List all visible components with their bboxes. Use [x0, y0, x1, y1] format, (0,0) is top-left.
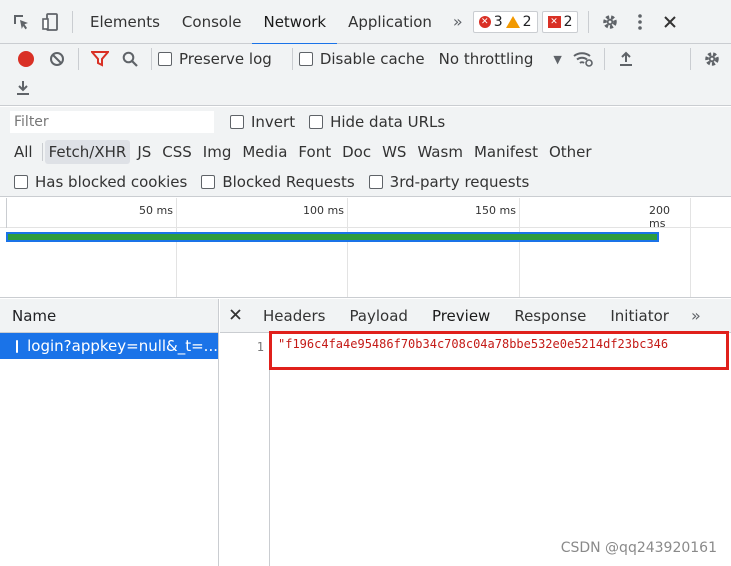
issues-count: 2 — [563, 13, 573, 30]
request-list: Name login?appkey=null&_t=... — [0, 299, 219, 566]
filter-funnel-icon[interactable] — [85, 44, 115, 74]
checkbox-box[interactable] — [230, 115, 244, 129]
hide-data-urls-checkbox[interactable]: Hide data URLs — [309, 113, 445, 131]
divider — [291, 48, 293, 70]
network-overview-timeline[interactable]: 50 ms 100 ms 150 ms 200 ms — [0, 198, 731, 298]
type-doc[interactable]: Doc — [338, 140, 375, 164]
device-toolbar-icon[interactable] — [36, 7, 66, 37]
request-row[interactable]: login?appkey=null&_t=... — [0, 333, 218, 359]
type-ws[interactable]: WS — [378, 140, 410, 164]
type-other[interactable]: Other — [545, 140, 596, 164]
tab-payload[interactable]: Payload — [337, 299, 420, 333]
network-conditions-wifi-icon[interactable] — [568, 44, 598, 74]
tab-console[interactable]: Console — [171, 0, 253, 44]
checkbox-box[interactable] — [201, 174, 216, 189]
warning-count: 2 — [522, 13, 532, 30]
issues-badge[interactable]: ✕ 2 — [541, 10, 579, 33]
network-toolbar: Preserve log Disable cache No throttling… — [0, 44, 731, 74]
request-name: login?appkey=null&_t=... — [27, 337, 218, 355]
type-js[interactable]: JS — [133, 140, 155, 164]
divider — [603, 48, 605, 70]
type-manifest[interactable]: Manifest — [470, 140, 542, 164]
gridline — [690, 198, 691, 297]
type-fetch-xhr[interactable]: Fetch/XHR — [44, 140, 131, 164]
type-wasm[interactable]: Wasm — [413, 140, 467, 164]
tick-label: 50 ms — [139, 204, 173, 217]
error-count: 3 — [493, 13, 503, 30]
divider — [78, 48, 79, 70]
inspect-element-icon[interactable] — [6, 7, 36, 37]
blocked-requests-checkbox[interactable]: Blocked Requests — [201, 173, 355, 191]
request-details: Headers Payload Preview Response Initiat… — [220, 299, 731, 566]
throttling-select[interactable]: No throttling ▼ — [439, 50, 562, 68]
resource-type-filter: All Fetch/XHR JS CSS Img Media Font Doc … — [0, 137, 731, 167]
filter-bar: Invert Hide data URLs — [0, 107, 731, 137]
blocked-filter-bar: Has blocked cookies Blocked Requests 3rd… — [0, 167, 731, 197]
divider — [690, 48, 691, 70]
issues-icon: ✕ — [547, 15, 561, 28]
red-highlight-box — [269, 331, 729, 370]
export-har-download-icon[interactable] — [16, 80, 30, 100]
tab-elements[interactable]: Elements — [79, 0, 171, 44]
request-timeline-bar — [6, 232, 659, 242]
error-warning-badge[interactable]: ✕ 3 2 — [472, 10, 538, 33]
line-number-gutter: 1 — [220, 334, 270, 566]
checkbox-box[interactable] — [158, 52, 172, 66]
tab-headers[interactable]: Headers — [251, 299, 337, 333]
third-party-requests-checkbox[interactable]: 3rd-party requests — [368, 173, 529, 191]
filter-input[interactable] — [10, 111, 214, 133]
kebab-menu-icon[interactable] — [625, 7, 655, 37]
more-tabs-icon[interactable]: » — [443, 12, 473, 31]
network-settings-gear-icon[interactable] — [697, 44, 727, 74]
tick-label: 100 ms — [303, 204, 344, 217]
tab-initiator[interactable]: Initiator — [598, 299, 681, 333]
record-icon[interactable] — [18, 51, 34, 67]
clear-icon[interactable] — [42, 44, 72, 74]
checkbox-box[interactable] — [298, 52, 313, 66]
settings-gear-icon[interactable] — [595, 7, 625, 37]
type-css[interactable]: CSS — [158, 140, 196, 164]
selection-left-edge — [6, 198, 7, 228]
import-har-upload-icon[interactable] — [611, 44, 641, 74]
divider — [72, 10, 73, 33]
close-icon[interactable] — [655, 7, 685, 37]
error-icon: ✕ — [478, 15, 491, 28]
tab-preview[interactable]: Preview — [419, 299, 503, 334]
checkbox-box[interactable] — [368, 174, 383, 189]
warning-icon — [505, 15, 520, 28]
tab-network[interactable]: Network — [252, 0, 337, 45]
type-media[interactable]: Media — [238, 140, 291, 164]
more-tabs-icon[interactable]: » — [681, 306, 711, 325]
gridline — [176, 198, 177, 297]
tab-response[interactable]: Response — [502, 299, 598, 333]
has-blocked-cookies-checkbox[interactable]: Has blocked cookies — [14, 173, 187, 191]
divider — [41, 143, 43, 161]
tick-label: 150 ms — [475, 204, 516, 217]
type-img[interactable]: Img — [199, 140, 236, 164]
type-all[interactable]: All — [10, 140, 37, 164]
watermark: CSDN @qq243920161 — [560, 540, 717, 556]
timeline-ruler — [0, 198, 731, 228]
checkbox-box[interactable] — [14, 174, 28, 189]
network-toolbar-row2 — [0, 74, 731, 106]
chevron-down-icon: ▼ — [553, 52, 562, 66]
type-font[interactable]: Font — [294, 140, 335, 164]
name-column-header[interactable]: Name — [0, 299, 218, 333]
tick-label: 200 ms — [649, 204, 670, 230]
disable-cache-checkbox[interactable]: Disable cache — [298, 50, 425, 68]
tab-application[interactable]: Application — [337, 0, 443, 44]
divider — [151, 48, 152, 70]
devtools-tabbar: Elements Console Network Application » ✕… — [0, 0, 731, 45]
preserve-log-checkbox[interactable]: Preserve log — [158, 50, 272, 68]
search-icon[interactable] — [115, 44, 145, 74]
close-details-icon[interactable] — [230, 308, 251, 324]
checkbox-box[interactable] — [309, 115, 324, 129]
document-icon — [16, 339, 19, 353]
gridline — [519, 198, 520, 297]
detail-tabbar: Headers Payload Preview Response Initiat… — [220, 299, 731, 334]
line-number: 1 — [256, 340, 264, 354]
divider — [588, 10, 590, 33]
invert-checkbox[interactable]: Invert — [230, 113, 295, 131]
gridline — [347, 198, 348, 297]
